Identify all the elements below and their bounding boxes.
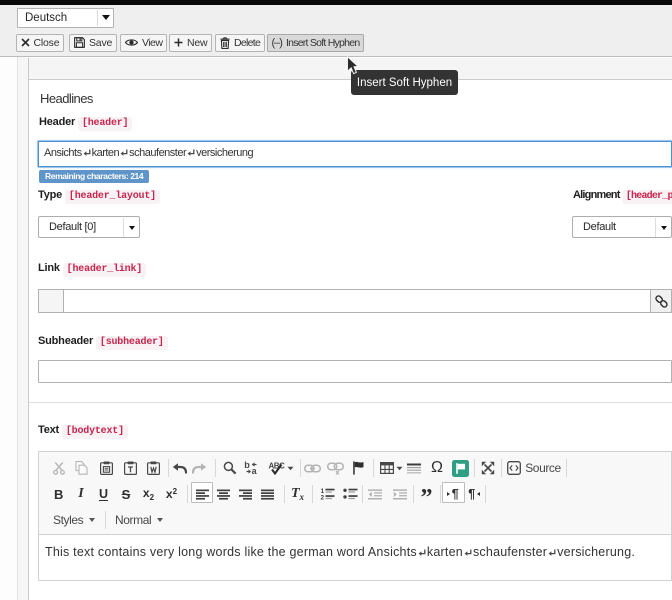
svg-text:ABC: ABC [269,462,286,471]
svg-text:a: a [252,466,258,475]
svg-text:b: b [244,461,250,470]
svg-text:2: 2 [321,495,325,500]
